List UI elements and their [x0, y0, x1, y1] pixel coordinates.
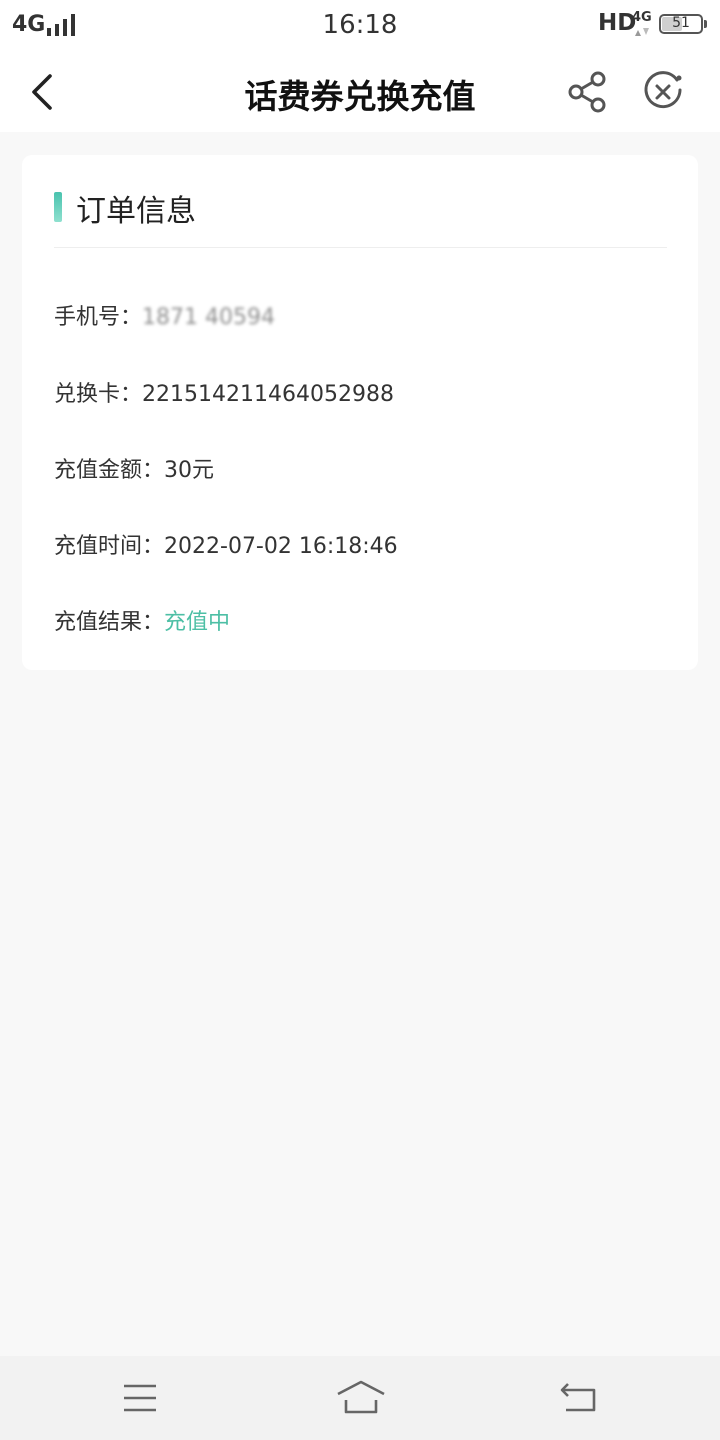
data-arrows-icon — [635, 28, 649, 36]
phone-label: 手机号： — [54, 305, 143, 330]
net-4g-indicator: 4G — [632, 10, 652, 25]
time-label: 充值时间： — [54, 534, 165, 559]
battery-icon: 51 — [659, 14, 703, 34]
back-arrow-icon[interactable] — [558, 1378, 602, 1418]
page-title: 话费券兑换充值 — [244, 77, 476, 116]
nav-bar: 话费券兑换充值 — [0, 52, 720, 132]
result-label: 充值结果： — [54, 610, 165, 635]
result-status: 充值中 — [164, 610, 231, 635]
time-value: 2022-07-02 16:18:46 — [164, 534, 398, 559]
phone-value: 1871 40594 — [142, 305, 275, 330]
card-label: 兑换卡： — [54, 382, 143, 407]
section-title: 订单信息 — [76, 194, 196, 229]
amount-row: 充值金额：30元 — [54, 452, 214, 484]
card-row: 兑换卡：221514211464052988 — [54, 376, 394, 408]
order-info-card: 订单信息 手机号：1871 40594 兑换卡：2215142114640529… — [22, 155, 698, 670]
battery-cap — [704, 20, 707, 28]
amount-label: 充值金额： — [54, 458, 165, 483]
amount-value: 30元 — [164, 458, 215, 483]
phone-row: 手机号：1871 40594 — [54, 299, 275, 331]
menu-icon[interactable] — [120, 1380, 160, 1416]
home-icon[interactable] — [334, 1378, 388, 1418]
hd-indicator: HD — [598, 10, 637, 36]
status-bar: 4G 16:18 HD 4G 51 — [0, 0, 720, 52]
result-row: 充值结果：充值中 — [54, 604, 230, 636]
battery-level: 51 — [672, 15, 690, 31]
section-accent-bar — [54, 192, 62, 222]
time-row: 充值时间：2022-07-02 16:18:46 — [54, 528, 398, 560]
share-icon[interactable] — [566, 70, 610, 114]
close-circle-icon[interactable] — [641, 70, 685, 114]
system-nav-bar — [0, 1356, 720, 1440]
card-value: 221514211464052988 — [142, 382, 394, 407]
divider — [54, 247, 667, 248]
